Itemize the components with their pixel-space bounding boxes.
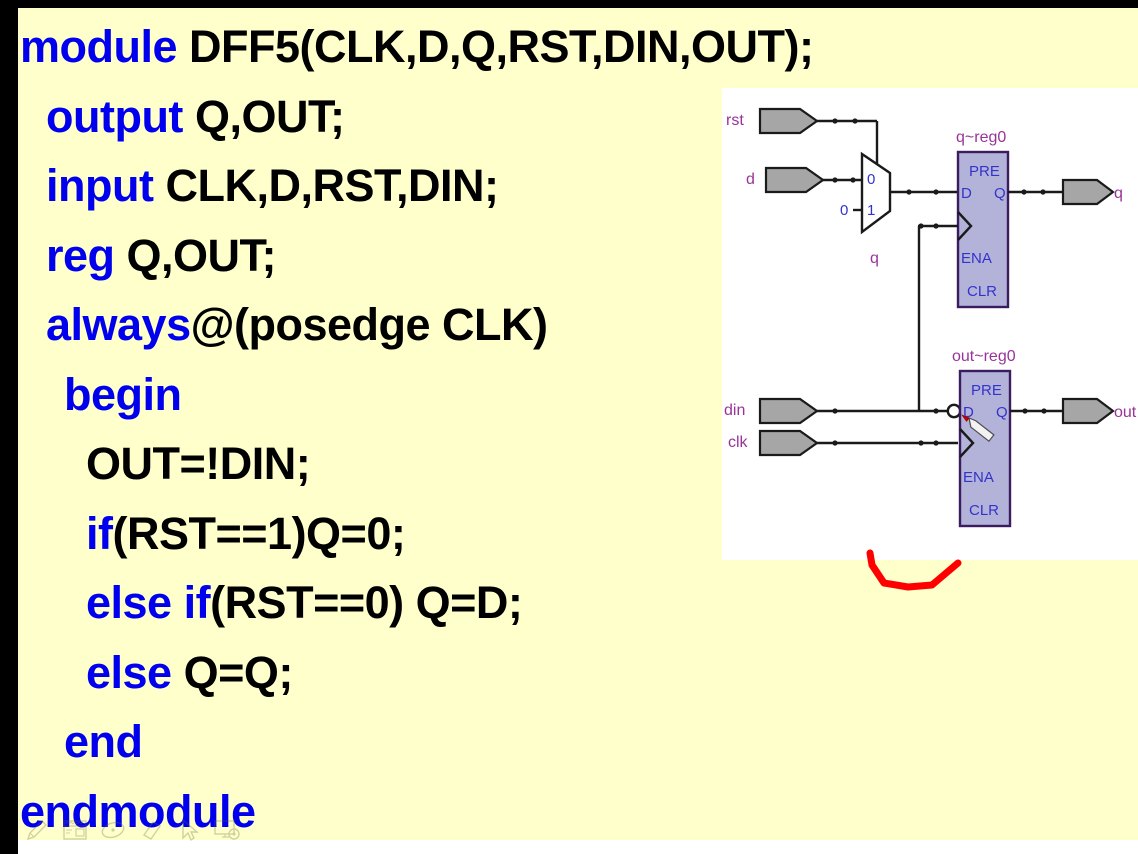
mux-select-const: 0	[840, 202, 848, 219]
code-keyword: module	[20, 21, 190, 72]
code-text: Q=Q;	[183, 646, 294, 698]
schematic-mux: 0 1 0 q	[840, 151, 892, 267]
port-label-clk: clk	[728, 434, 749, 451]
register-name-out-reg0: out~reg0	[952, 348, 1016, 365]
code-line: end	[64, 717, 143, 767]
register-name-q-reg0: q~reg0	[956, 129, 1006, 146]
code-keyword: end	[64, 716, 143, 767]
code-keyword: input	[46, 160, 166, 211]
port-label-din: din	[724, 402, 745, 419]
mux-label: q	[870, 250, 879, 267]
mux-input-1-label: 1	[867, 202, 875, 219]
slide-menu-icon[interactable]	[60, 817, 90, 843]
code-line: else Q=Q;	[86, 646, 294, 698]
inverter-bubble-icon	[946, 403, 962, 419]
pin-ena-out-reg0: ENA	[963, 469, 994, 486]
code-text: Q,OUT;	[194, 90, 345, 142]
port-label-rst: rst	[726, 112, 744, 129]
pin-pre-out-reg0: PRE	[971, 382, 1002, 399]
annotation-toolbar[interactable]	[18, 816, 252, 844]
code-keyword: else	[86, 646, 184, 698]
rtl-schematic-image: .wire { stroke:#1A1A1A; stroke-width:2.4…	[722, 88, 1138, 560]
eraser-icon[interactable]	[136, 817, 166, 843]
schematic-port-out: out	[1061, 397, 1137, 425]
port-label-d: d	[746, 171, 755, 188]
code-line: if(RST==1)Q=0;	[86, 507, 406, 559]
code-line: module DFF5(CLK,D,Q,RST,DIN,OUT);	[20, 21, 814, 72]
code-keyword: output	[46, 90, 195, 142]
code-keyword: else if	[86, 577, 211, 628]
pin-q-out-reg0: Q	[996, 404, 1008, 421]
pin-pre-q-reg0: PRE	[969, 163, 1000, 180]
schematic-port-q: q	[1061, 178, 1123, 206]
schematic-register-q-reg0: q~reg0 PRE D Q ENA CLR	[956, 129, 1010, 309]
ellipse-icon[interactable]	[98, 817, 128, 843]
code-text: (RST==0) Q=D;	[210, 577, 523, 628]
mux-input-0-label: 0	[867, 171, 875, 188]
code-keyword: reg	[46, 229, 127, 281]
pointer-icon[interactable]	[174, 817, 204, 843]
code-line: reg Q,OUT;	[46, 229, 277, 281]
code-text: @(posedge CLK)	[190, 299, 548, 350]
schematic-port-clk: clk	[728, 429, 819, 457]
pin-q-q-reg0: Q	[994, 185, 1006, 202]
pen-icon[interactable]	[22, 817, 52, 843]
code-line: input CLK,D,RST,DIN;	[46, 160, 499, 211]
pin-ena-q-reg0: ENA	[961, 250, 992, 267]
code-line: begin	[64, 368, 182, 420]
screen-icon[interactable]	[212, 817, 242, 843]
schematic-port-d: d	[746, 166, 825, 194]
code-text: OUT=!DIN;	[86, 438, 311, 489]
code-line: else if(RST==0) Q=D;	[86, 577, 523, 628]
pin-clr-q-reg0: CLR	[967, 283, 997, 300]
code-text: CLK,D,RST,DIN;	[165, 160, 499, 211]
port-label-q: q	[1114, 185, 1123, 202]
pin-clr-out-reg0: CLR	[969, 502, 999, 519]
code-keyword: always	[46, 299, 191, 350]
code-text: DFF5(CLK,D,Q,RST,DIN,OUT);	[189, 21, 814, 72]
code-line: always@(posedge CLK)	[46, 300, 548, 350]
port-label-out: out	[1114, 404, 1137, 421]
code-text: Q,OUT;	[126, 229, 277, 281]
pin-d-q-reg0: D	[961, 185, 972, 202]
schematic-port-din: din	[724, 397, 819, 425]
code-keyword: begin	[64, 368, 182, 420]
presentation-slide: module DFF5(CLK,D,Q,RST,DIN,OUT); output …	[0, 0, 1138, 854]
code-text: (RST==1)Q=0;	[112, 507, 406, 559]
schematic-port-rst: rst	[726, 107, 819, 135]
code-line: OUT=!DIN;	[86, 438, 311, 489]
code-keyword: if	[86, 507, 113, 559]
code-line: output Q,OUT;	[46, 90, 345, 142]
verilog-code-block: module DFF5(CLK,D,Q,RST,DIN,OUT); output …	[20, 8, 814, 837]
